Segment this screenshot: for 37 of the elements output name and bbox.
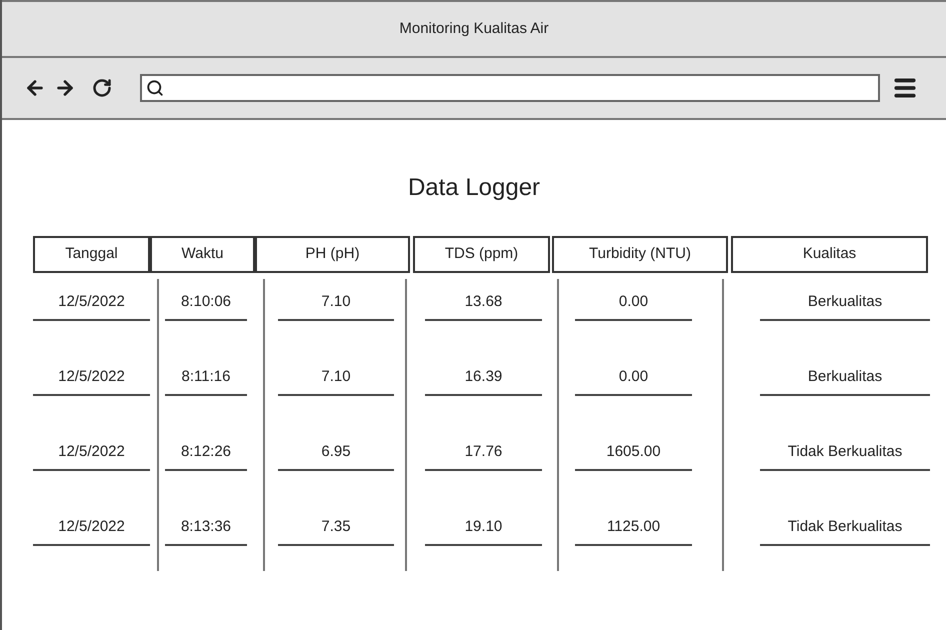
table-cell: 13.68 bbox=[425, 279, 542, 321]
table-cell: 12/5/2022 bbox=[33, 279, 150, 321]
refresh-icon[interactable] bbox=[92, 78, 112, 98]
table-cell: 16.39 bbox=[425, 354, 542, 396]
column-header: Kualitas bbox=[731, 236, 928, 273]
table-cell: 12/5/2022 bbox=[33, 504, 150, 546]
table-cell: 8:12:26 bbox=[165, 429, 247, 471]
back-icon[interactable] bbox=[24, 77, 46, 99]
search-icon bbox=[146, 79, 164, 97]
column-header: Tanggal bbox=[33, 236, 150, 273]
column-header: Waktu bbox=[150, 236, 255, 273]
table-cell: Tidak Berkualitas bbox=[760, 504, 930, 546]
table-cell: 8:10:06 bbox=[165, 279, 247, 321]
table-cell: Berkualitas bbox=[760, 354, 930, 396]
column-header: Turbidity (NTU) bbox=[552, 236, 728, 273]
window-title: Monitoring Kualitas Air bbox=[399, 18, 549, 39]
table-cell: 7.10 bbox=[278, 354, 394, 396]
address-field[interactable] bbox=[140, 74, 880, 102]
table-cell: Tidak Berkualitas bbox=[760, 429, 930, 471]
table-cell: 1605.00 bbox=[575, 429, 692, 471]
table-cell: 7.10 bbox=[278, 279, 394, 321]
page-title: Data Logger bbox=[408, 173, 540, 203]
table-cell: 6.95 bbox=[278, 429, 394, 471]
table-cell: 19.10 bbox=[425, 504, 542, 546]
column-header: PH (pH) bbox=[255, 236, 410, 273]
table-cell: 8:13:36 bbox=[165, 504, 247, 546]
table-cell: Berkualitas bbox=[760, 279, 930, 321]
forward-icon[interactable] bbox=[54, 77, 76, 99]
table-cell: 1125.00 bbox=[575, 504, 692, 546]
table-cell: 0.00 bbox=[575, 279, 692, 321]
column-header: TDS (ppm) bbox=[413, 236, 550, 273]
table-cell: 0.00 bbox=[575, 354, 692, 396]
table-cell: 12/5/2022 bbox=[33, 429, 150, 471]
table-cell: 12/5/2022 bbox=[33, 354, 150, 396]
table-cell: 17.76 bbox=[425, 429, 542, 471]
table-cell: 8:11:16 bbox=[165, 354, 247, 396]
table-cell: 7.35 bbox=[278, 504, 394, 546]
